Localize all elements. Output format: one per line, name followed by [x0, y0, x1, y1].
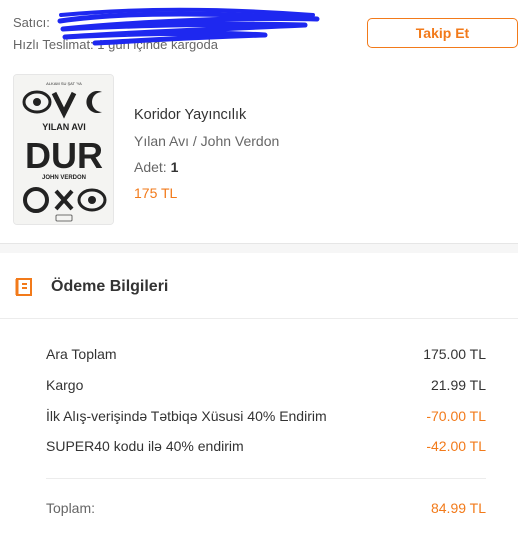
- product-item: ALKAM SU ŞAT 'YA YILAN AVI DUR JOHN VERD…: [0, 72, 518, 232]
- cover-title-big: DUR: [25, 135, 103, 176]
- section-divider: [0, 243, 518, 253]
- product-quantity: Adet: 1: [134, 154, 279, 180]
- summary-value: 21.99 TL: [430, 377, 486, 393]
- total-label: Toplam:: [46, 500, 96, 516]
- cover-author: JOHN VERDON: [42, 175, 86, 181]
- quantity-value: 1: [170, 159, 179, 175]
- product-title[interactable]: Yılan Avı / John Verdon: [134, 128, 279, 154]
- book-cover-art: ALKAM SU ŞAT 'YA YILAN AVI DUR JOHN VERD…: [14, 75, 113, 224]
- product-details: Koridor Yayıncılık Yılan Avı / John Verd…: [134, 102, 279, 206]
- cover-title-small: YILAN AVI: [42, 122, 86, 132]
- total-divider: [46, 478, 486, 479]
- product-price: 175 TL: [134, 185, 178, 201]
- summary-row-shipping: Kargo 21.99 TL: [46, 377, 486, 399]
- receipt-icon: [15, 278, 32, 296]
- seller-info: Satıcı: Hızlı Teslimat: 1 gün içinde kar…: [0, 0, 518, 60]
- summary-row-coupon-discount: SUPER40 kodu ilə 40% endirim -42.00 TL: [46, 438, 486, 460]
- seller-name-line: Satıcı:: [13, 15, 50, 30]
- redaction-scribble: [57, 7, 320, 46]
- header-divider: [0, 318, 518, 319]
- payment-title: Ödeme Bilgileri: [51, 278, 169, 295]
- summary-row-total: Toplam: 84.99 TL: [46, 500, 486, 522]
- cover-top-line: ALKAM SU ŞAT 'YA: [46, 81, 82, 86]
- product-brand[interactable]: Koridor Yayıncılık: [134, 102, 279, 128]
- summary-label: Ara Toplam: [46, 346, 117, 362]
- payment-info-header: Ödeme Bilgileri: [0, 270, 518, 306]
- summary-value: 175.00 TL: [423, 346, 486, 362]
- summary-label: SUPER40 kodu ilə 40% endirim: [46, 438, 244, 454]
- summary-label: İlk Alış-verişində Tətbiqə Xüsusi 40% En…: [46, 408, 327, 424]
- quantity-label: Adet:: [134, 159, 167, 175]
- summary-row-first-purchase-discount: İlk Alış-verişində Tətbiqə Xüsusi 40% En…: [46, 408, 486, 430]
- summary-row-subtotal: Ara Toplam 175.00 TL: [46, 346, 486, 368]
- summary-value: -70.00 TL: [426, 408, 486, 424]
- follow-seller-button[interactable]: Takip Et: [367, 18, 518, 48]
- summary-value: -42.00 TL: [426, 438, 486, 454]
- total-value: 84.99 TL: [430, 500, 486, 516]
- product-cover-image[interactable]: ALKAM SU ŞAT 'YA YILAN AVI DUR JOHN VERD…: [13, 74, 114, 225]
- summary-label: Kargo: [46, 377, 84, 393]
